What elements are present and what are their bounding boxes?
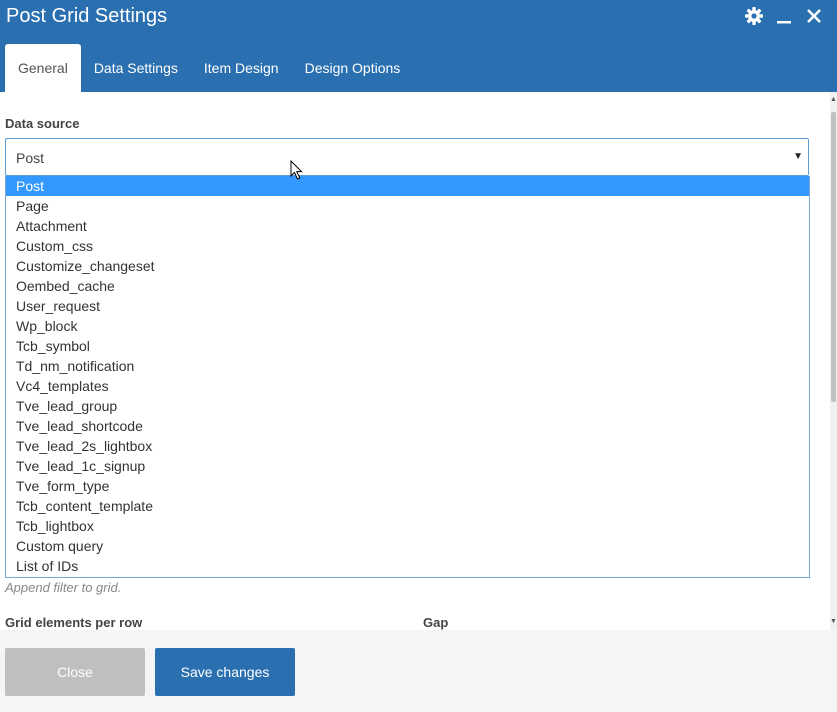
scroll-up-arrow-icon[interactable]: ▲ (830, 96, 837, 104)
dropdown-option[interactable]: Customize_changeset (6, 256, 809, 276)
data-source-label: Data source (5, 116, 80, 131)
tab-design-options[interactable]: Design Options (292, 44, 414, 92)
tab-general[interactable]: General (5, 44, 81, 92)
dropdown-option[interactable]: Page (6, 196, 809, 216)
dialog-footer: Close Save changes (0, 630, 837, 712)
dropdown-option[interactable]: Tve_lead_1c_signup (6, 456, 809, 476)
data-source-select[interactable]: Post ▼ (5, 138, 809, 176)
dropdown-option[interactable]: Tve_form_type (6, 476, 809, 496)
dropdown-option[interactable]: Oembed_cache (6, 276, 809, 296)
dialog-title: Post Grid Settings (6, 5, 168, 27)
mouse-pointer-icon (290, 159, 304, 185)
dropdown-option[interactable]: Tve_lead_2s_lightbox (6, 436, 809, 456)
dropdown-option[interactable]: Wp_block (6, 316, 809, 336)
scroll-down-arrow-icon[interactable]: ▼ (830, 618, 837, 626)
caret-down-icon: ▼ (793, 151, 803, 162)
gear-icon[interactable] (743, 5, 765, 27)
close-icon[interactable] (803, 5, 825, 27)
tab-data-settings[interactable]: Data Settings (81, 44, 191, 92)
dropdown-option[interactable]: Tcb_lightbox (6, 516, 809, 536)
data-source-dropdown-list: Post Page Attachment Custom_css Customiz… (5, 176, 810, 578)
data-source-selected-value: Post (16, 150, 45, 166)
dropdown-option[interactable]: Attachment (6, 216, 809, 236)
dialog-content: Data source Post ▼ Post Page Attachment … (0, 92, 837, 630)
tab-item-design[interactable]: Item Design (191, 44, 292, 92)
data-source-hint: Append filter to grid. (5, 580, 122, 595)
tab-bar: General Data Settings Item Design Design… (5, 44, 413, 92)
content-scrollbar[interactable]: ▲ ▼ (830, 92, 837, 630)
dropdown-option[interactable]: List of IDs (6, 556, 809, 576)
minimize-icon[interactable] (773, 5, 795, 27)
dropdown-option[interactable]: Tve_lead_group (6, 396, 809, 416)
scrollbar-thumb[interactable] (831, 112, 836, 402)
dropdown-option[interactable]: Tcb_symbol (6, 336, 809, 356)
window-controls (743, 5, 825, 27)
dropdown-option[interactable]: Custom query (6, 536, 809, 556)
dropdown-option[interactable]: Tve_lead_shortcode (6, 416, 809, 436)
save-changes-button[interactable]: Save changes (155, 648, 295, 696)
dropdown-option[interactable]: Custom_css (6, 236, 809, 256)
dropdown-option[interactable]: Post (6, 176, 809, 196)
dropdown-option[interactable]: Vc4_templates (6, 376, 809, 396)
dialog-header: Post Grid Settings General Data Settings… (0, 0, 837, 92)
dropdown-option[interactable]: Td_nm_notification (6, 356, 809, 376)
dropdown-option[interactable]: Tcb_content_template (6, 496, 809, 516)
close-button[interactable]: Close (5, 648, 145, 696)
dropdown-option[interactable]: User_request (6, 296, 809, 316)
grid-elements-per-row-label: Grid elements per row (5, 615, 143, 630)
gap-label: Gap (423, 615, 449, 630)
